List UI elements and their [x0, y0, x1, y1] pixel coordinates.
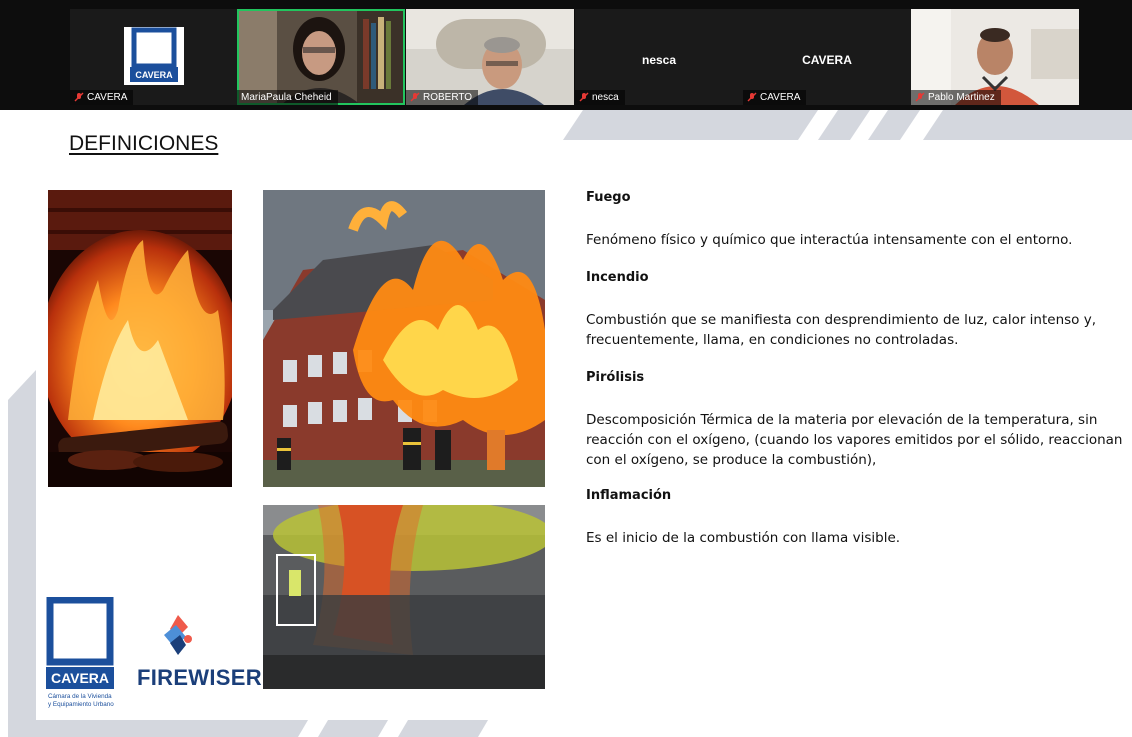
cavera-tagline-2: y Equipamiento Urbano: [48, 701, 114, 708]
participant-center-label: CAVERA: [802, 53, 852, 67]
muted-mic-icon: [747, 92, 757, 103]
definition-pirolisis-text: Descomposición Térmica de la materia por…: [586, 410, 1126, 470]
muted-mic-icon: [410, 92, 420, 103]
cavera-logo-name: CAVERA: [51, 670, 109, 686]
participant-tile-nesca[interactable]: nesca nesca: [575, 9, 743, 105]
participant-tile-roberto[interactable]: ROBERTO: [406, 9, 574, 105]
participant-tile-mariapaula[interactable]: MariaPaula Cheheid: [237, 9, 405, 105]
definition-text: Fenómeno físico y químico que interactúa…: [586, 232, 1073, 248]
participant-tile-pablo[interactable]: Pablo Martinez: [911, 9, 1079, 105]
definition-term: Incendio: [586, 270, 649, 285]
participant-name: Pablo Martinez: [928, 92, 995, 103]
definition-term: Fuego: [586, 190, 631, 205]
cavera-logo-thumbnail: CAVERA: [124, 27, 184, 85]
participant-name: MariaPaula Cheheid: [241, 92, 332, 103]
definition-fuego: Fuego: [586, 190, 1126, 205]
definition-incendio: Incendio: [586, 270, 1126, 285]
definition-fuego-text: Fenómeno físico y químico que interactúa…: [586, 230, 1126, 250]
participant-strip: CAVERA CAVERA MariaPaula Cheheid ROBERTO…: [0, 0, 1132, 110]
firewiser-logo-icon: [158, 615, 198, 661]
participant-name-label: CAVERA: [70, 90, 134, 105]
definition-inflamacion: Inflamación: [586, 488, 1126, 503]
participant-name: CAVERA: [760, 92, 801, 103]
participant-name-label: MariaPaula Cheheid: [237, 90, 338, 105]
definition-incendio-text: Combustión que se manifiesta con despren…: [586, 310, 1126, 350]
burning-building-photo: [263, 190, 545, 487]
definition-term: Pirólisis: [586, 370, 645, 385]
participant-name-label: ROBERTO: [406, 90, 479, 105]
thermal-camera-photo: [263, 505, 545, 689]
cavera-tagline-1: Cámara de la Vivienda: [48, 693, 112, 700]
participant-name: nesca: [592, 92, 619, 103]
participant-name: CAVERA: [87, 92, 128, 103]
participant-center-label: nesca: [641, 53, 677, 67]
participant-name-label: CAVERA: [743, 90, 807, 105]
slide-title: DEFINICIONES: [69, 132, 219, 155]
definition-pirolisis: Pirólisis: [586, 370, 1126, 385]
decor-stripes-left: [8, 370, 36, 737]
definition-inflamacion-text: Es el inicio de la combustión con llama …: [586, 528, 1126, 548]
participant-tile-cavera[interactable]: CAVERA CAVERA: [70, 9, 238, 105]
definition-term: Inflamación: [586, 488, 672, 503]
firewiser-logo-text: FIREWISER: [137, 665, 262, 690]
presentation-slide: DEFINICIONES CAVERA Cámara de la Viviend…: [8, 110, 1132, 737]
fireplace-photo: [48, 190, 232, 487]
definition-text: Es el inicio de la combustión con llama …: [586, 530, 901, 546]
definition-text: Combustión que se manifiesta con despren…: [586, 312, 1096, 348]
muted-mic-icon: [74, 92, 84, 103]
decor-stripes-bottom: [8, 720, 488, 737]
definition-text: Descomposición Térmica de la materia por…: [586, 412, 1123, 468]
cavera-logo: CAVERA Cámara de la Vivienda y Equipamie…: [46, 596, 116, 711]
participant-name: ROBERTO: [423, 92, 473, 103]
cavera-thumb-text: CAVERA: [135, 70, 173, 80]
participant-name-label: nesca: [575, 90, 625, 105]
participant-tile-cavera-2[interactable]: CAVERA CAVERA: [743, 9, 911, 105]
muted-mic-icon: [915, 92, 925, 103]
muted-mic-icon: [579, 92, 589, 103]
participant-name-label: Pablo Martinez: [911, 90, 1001, 105]
